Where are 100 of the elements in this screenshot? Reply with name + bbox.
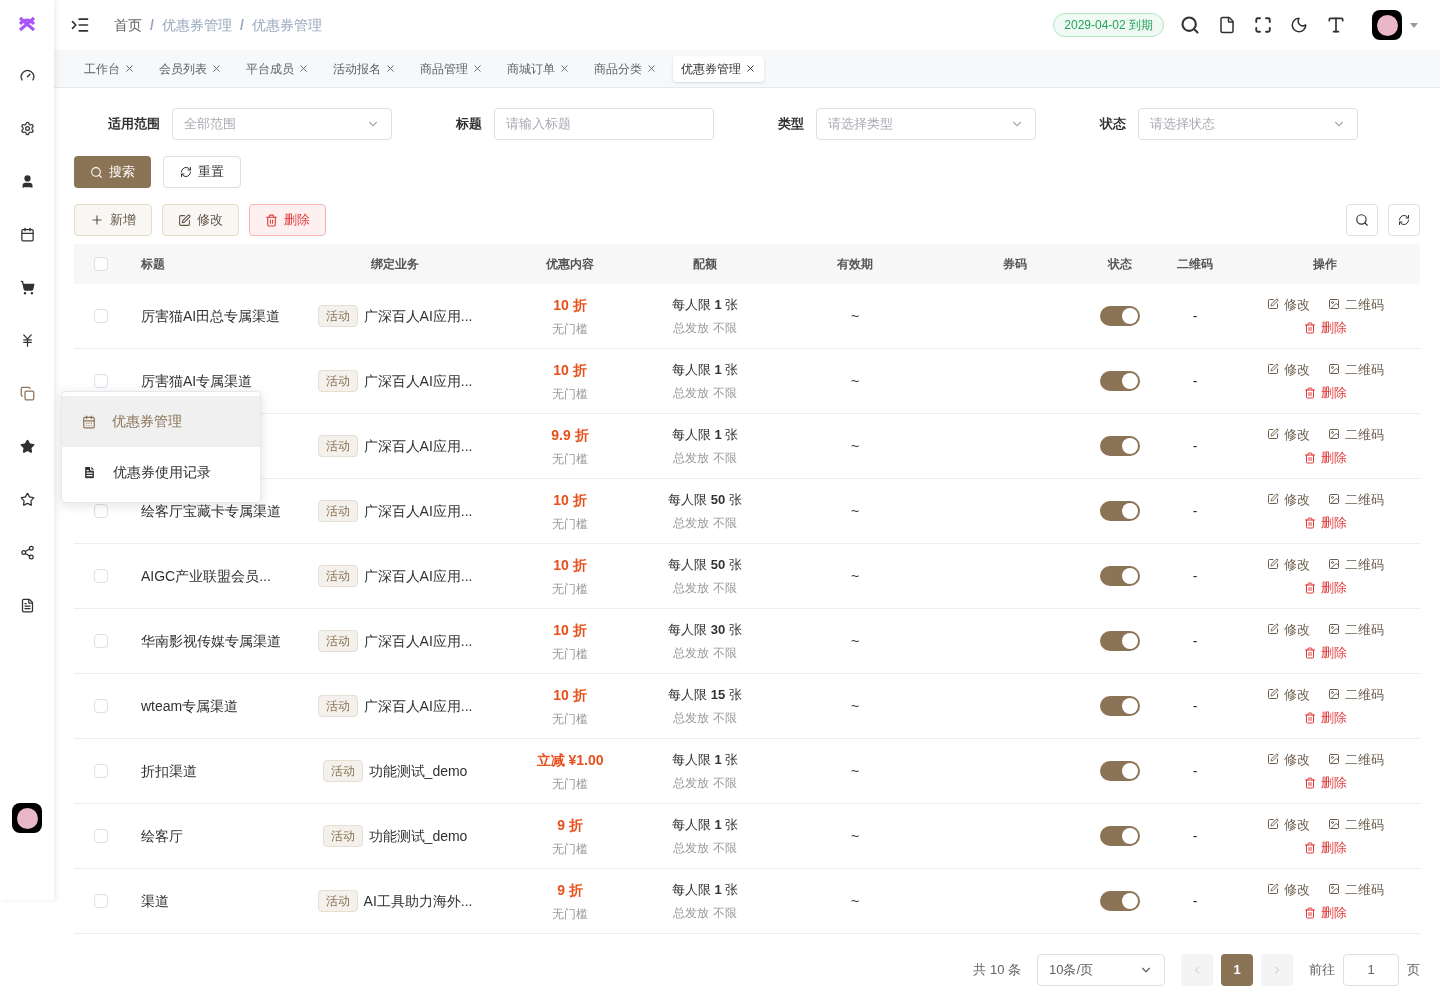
status-switch[interactable] [1100,631,1140,651]
row-checkbox[interactable] [94,569,108,583]
row-checkbox[interactable] [94,374,108,388]
delete-button[interactable]: 删除 [249,204,326,236]
delete-link[interactable]: 删除 [1303,513,1347,533]
row-checkbox[interactable] [94,504,108,518]
edit-link[interactable]: 修改 [1266,424,1310,444]
qrcode-link[interactable]: 二维码 [1327,359,1384,379]
edit-link[interactable]: 修改 [1266,294,1310,314]
qrcode-link[interactable]: 二维码 [1327,619,1384,639]
breadcrumb-item[interactable]: 首页 [114,14,142,36]
document-icon[interactable] [1218,16,1236,34]
avatar[interactable] [12,803,42,833]
select-all-checkbox[interactable] [94,257,108,271]
avatar[interactable] [1372,10,1402,40]
qrcode-link[interactable]: 二维码 [1327,879,1384,899]
qrcode-link[interactable]: 二维码 [1327,554,1384,574]
status-switch[interactable] [1100,371,1140,391]
status-switch[interactable] [1100,696,1140,716]
close-icon[interactable] [385,63,396,74]
qrcode-link[interactable]: 二维码 [1327,684,1384,704]
edit-link[interactable]: 修改 [1266,749,1310,769]
search-button[interactable]: 搜索 [74,156,151,188]
menu-item[interactable]: 优惠券管理 [62,396,260,447]
row-checkbox[interactable] [94,764,108,778]
page-button[interactable]: 1 [1221,954,1253,986]
qrcode-link[interactable]: 二维码 [1327,294,1384,314]
row-checkbox[interactable] [94,894,108,908]
row-checkbox[interactable] [94,829,108,843]
close-icon[interactable] [211,63,222,74]
edit-link[interactable]: 修改 [1266,879,1310,899]
delete-link[interactable]: 删除 [1303,318,1347,338]
status-switch[interactable] [1100,501,1140,521]
tab[interactable]: 商城订单 [499,55,578,82]
delete-link[interactable]: 删除 [1303,903,1347,923]
user-icon[interactable] [19,174,35,189]
status-switch[interactable] [1100,306,1140,326]
tab[interactable]: 平台成员 [238,55,317,82]
moon-icon[interactable] [1290,16,1308,34]
edit-link[interactable]: 修改 [1266,489,1310,509]
copy-icon[interactable] [19,386,35,401]
status-switch[interactable] [1100,566,1140,586]
delete-link[interactable]: 删除 [1303,578,1347,598]
close-icon[interactable] [472,63,483,74]
document-icon[interactable] [19,598,35,613]
delete-link[interactable]: 删除 [1303,838,1347,858]
close-icon[interactable] [124,63,135,74]
close-icon[interactable] [745,63,756,74]
cart-icon[interactable] [19,280,35,295]
status-switch[interactable] [1100,891,1140,911]
search-toggle-button[interactable] [1346,204,1378,236]
page-size-select[interactable]: 10条/页 [1037,954,1165,986]
tab[interactable]: 会员列表 [151,55,230,82]
star-icon[interactable] [19,439,35,454]
caret-icon[interactable] [1410,22,1418,28]
settings-icon[interactable] [19,121,35,136]
search-icon[interactable] [1180,15,1200,35]
close-icon[interactable] [646,63,657,74]
menu-icon[interactable] [70,15,90,35]
delete-link[interactable]: 删除 [1303,773,1347,793]
tab[interactable]: 工作台 [76,55,143,82]
row-checkbox[interactable] [94,699,108,713]
menu-item[interactable]: 优惠券使用记录 [62,447,260,498]
close-icon[interactable] [298,63,309,74]
font-size-icon[interactable] [1326,15,1346,35]
qrcode-link[interactable]: 二维码 [1327,489,1384,509]
share-icon[interactable] [19,545,35,560]
qrcode-link[interactable]: 二维码 [1327,424,1384,444]
delete-link[interactable]: 删除 [1303,383,1347,403]
delete-link[interactable]: 删除 [1303,448,1347,468]
delete-link[interactable]: 删除 [1303,708,1347,728]
fullscreen-icon[interactable] [1254,16,1272,34]
row-checkbox[interactable] [94,309,108,323]
close-icon[interactable] [559,63,570,74]
edit-link[interactable]: 修改 [1266,554,1310,574]
expiry-badge: 2029-04-02 到期 [1053,13,1164,37]
status-switch[interactable] [1100,761,1140,781]
column-header: 标题 [141,256,165,273]
calendar-icon[interactable] [19,227,35,242]
tab[interactable]: 商品管理 [412,55,491,82]
tab[interactable]: 活动报名 [325,55,404,82]
star-outline-icon[interactable] [19,492,35,507]
edit-button[interactable]: 修改 [162,204,239,236]
tab[interactable]: 优惠券管理 [673,55,764,82]
edit-link[interactable]: 修改 [1266,814,1310,834]
edit-link[interactable]: 修改 [1266,684,1310,704]
qrcode-link[interactable]: 二维码 [1327,814,1384,834]
edit-link[interactable]: 修改 [1266,359,1310,379]
tab[interactable]: 商品分类 [586,55,665,82]
reset-button[interactable]: 重置 [163,156,241,188]
status-switch[interactable] [1100,436,1140,456]
refresh-button[interactable] [1388,204,1420,236]
goto-input[interactable]: 1 [1343,954,1399,986]
qrcode-link[interactable]: 二维码 [1327,749,1384,769]
row-checkbox[interactable] [94,634,108,648]
dashboard-icon[interactable] [19,68,35,83]
delete-link[interactable]: 删除 [1303,643,1347,663]
add-button[interactable]: 新增 [74,204,152,236]
edit-link[interactable]: 修改 [1266,619,1310,639]
status-switch[interactable] [1100,826,1140,846]
